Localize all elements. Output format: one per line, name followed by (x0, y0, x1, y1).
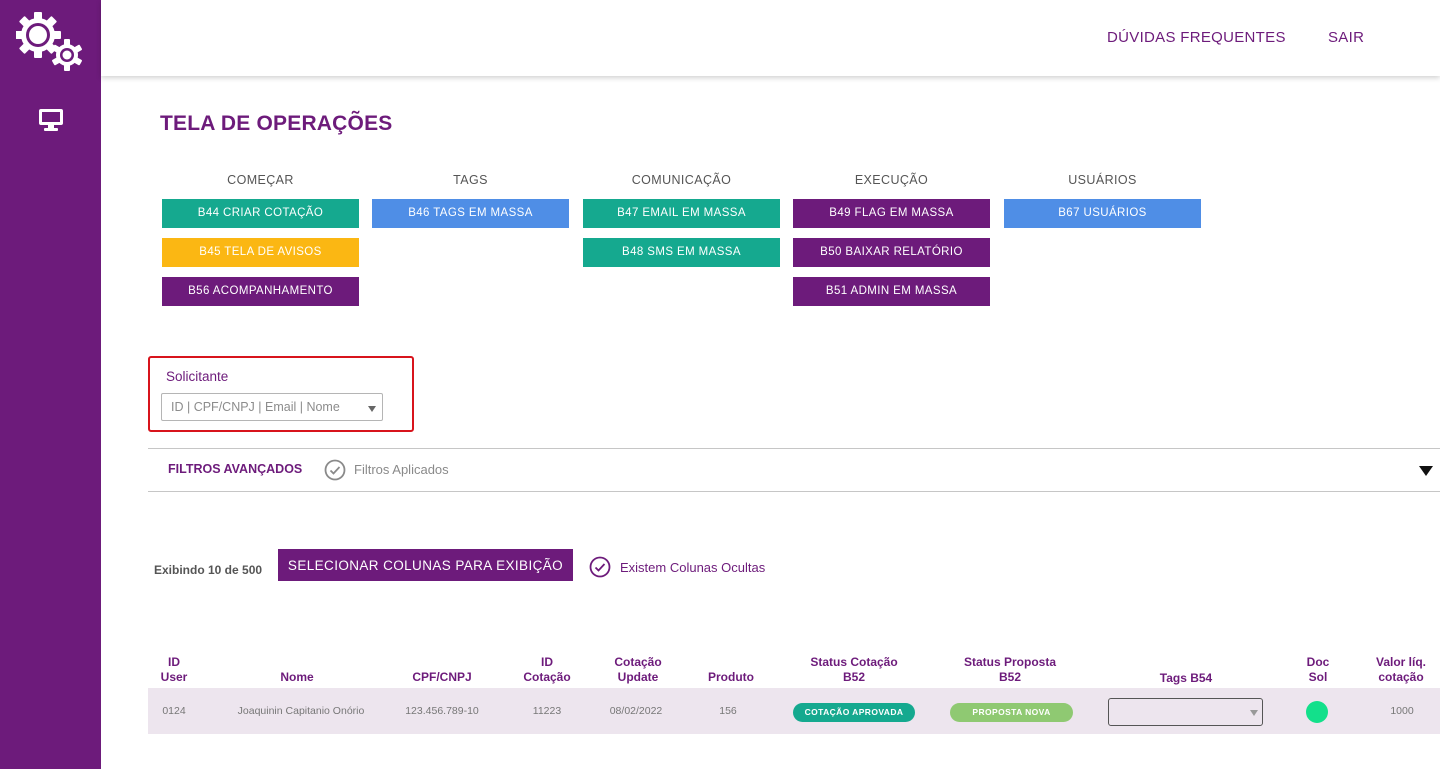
group-execution: EXECUÇÃO B49 FLAG EM MASSA B50 BAIXAR RE… (793, 172, 990, 316)
group-title: TAGS (453, 173, 488, 187)
group-tags: TAGS B46 TAGS EM MASSA (372, 172, 569, 238)
chevron-down-icon (1250, 710, 1258, 716)
group-title: COMUNICAÇÃO (631, 173, 732, 187)
check-circle-icon (324, 459, 346, 481)
header-quote-update[interactable]: Cotação Update (603, 655, 673, 685)
hidden-columns-label: Existem Colunas Ocultas (620, 560, 766, 575)
users-button[interactable]: B67 USUÁRIOS (1004, 199, 1201, 228)
bulk-flag-button[interactable]: B49 FLAG EM MASSA (793, 199, 990, 228)
status-badge: PROPOSTA NOVA (950, 703, 1073, 722)
exit-link[interactable]: SAIR (1328, 29, 1364, 46)
requester-label: Solicitante (166, 369, 229, 384)
select-columns-button[interactable]: SELECIONAR COLUNAS PARA EXIBIÇÃO (278, 549, 573, 581)
header-product[interactable]: Produto (696, 670, 766, 685)
gears-icon[interactable] (16, 12, 86, 72)
bulk-admin-button[interactable]: B51 ADMIN EM MASSA (793, 277, 990, 306)
top-bar: DÚVIDAS FREQUENTES SAIR (101, 0, 1440, 76)
header-net-value[interactable]: Valor líq. cotação (1366, 655, 1436, 685)
notices-screen-button[interactable]: B45 TELA DE AVISOS (162, 238, 359, 267)
caret-down-icon[interactable] (1419, 466, 1433, 476)
header-id-quote[interactable]: ID Cotação (517, 655, 577, 685)
sidebar (0, 0, 101, 769)
cell-name: Joaquinin Capitanio Onório (237, 705, 365, 717)
header-tags[interactable]: Tags B54 (1146, 671, 1226, 686)
requester-box: Solicitante ID | CPF/CNPJ | Email | Nome (148, 356, 414, 432)
filters-applied-label: Filtros Aplicados (354, 462, 449, 477)
check-circle-icon (589, 556, 611, 578)
header-doc[interactable]: Doc Sol (1296, 655, 1340, 685)
advanced-filters-bar[interactable]: FILTROS AVANÇADOS Filtros Aplicados (148, 448, 1440, 492)
cell-cpf: 123.456.789-10 (405, 705, 479, 717)
group-title: EXECUÇÃO (854, 173, 929, 187)
monitor-icon[interactable] (38, 108, 64, 132)
status-badge: COTAÇÃO APROVADA (793, 703, 915, 722)
tracking-button[interactable]: B56 ACOMPANHAMENTO (162, 277, 359, 306)
group-title: USUÁRIOS (1068, 173, 1137, 187)
advanced-filters-title: FILTROS AVANÇADOS (168, 462, 303, 476)
group-start: COMEÇAR B44 CRIAR COTAÇÃO B45 TELA DE AV… (162, 172, 359, 316)
cell-net-value: 1000 (1390, 705, 1414, 717)
header-status-proposal[interactable]: Status Proposta B52 (950, 655, 1070, 685)
bulk-tags-button[interactable]: B46 TAGS EM MASSA (372, 199, 569, 228)
cell-product: 156 (719, 705, 737, 717)
table-row[interactable]: 0124 Joaquinin Capitanio Onório 123.456.… (148, 688, 1440, 734)
requester-placeholder: ID | CPF/CNPJ | Email | Nome (171, 400, 340, 414)
header-status-quote[interactable]: Status Cotação B52 (799, 655, 909, 685)
faq-link[interactable]: DÚVIDAS FREQUENTES (1107, 29, 1286, 46)
requester-select[interactable]: ID | CPF/CNPJ | Email | Nome (161, 393, 383, 421)
page-title: TELA DE OPERAÇÕES (160, 112, 393, 135)
cell-id-user: 0124 (162, 705, 186, 717)
group-users: USUÁRIOS B67 USUÁRIOS (1004, 172, 1201, 238)
header-name[interactable]: Nome (257, 670, 337, 685)
chevron-down-icon (368, 406, 376, 412)
showing-count: Exibindo 10 de 500 (154, 563, 263, 577)
create-quote-button[interactable]: B44 CRIAR COTAÇÃO (162, 199, 359, 228)
group-communication: COMUNICAÇÃO B47 EMAIL EM MASSA B48 SMS E… (583, 172, 780, 277)
tags-select[interactable] (1108, 698, 1263, 726)
group-title: COMEÇAR (227, 173, 294, 187)
header-id-user[interactable]: ID User (152, 655, 196, 685)
cell-quote-update: 08/02/2022 (609, 705, 663, 717)
bulk-email-button[interactable]: B47 EMAIL EM MASSA (583, 199, 780, 228)
doc-status-indicator (1306, 701, 1328, 723)
download-report-button[interactable]: B50 BAIXAR RELATÓRIO (793, 238, 990, 267)
cell-id-quote: 11223 (532, 705, 562, 717)
bulk-sms-button[interactable]: B48 SMS EM MASSA (583, 238, 780, 267)
header-cpf[interactable]: CPF/CNPJ (402, 670, 482, 685)
